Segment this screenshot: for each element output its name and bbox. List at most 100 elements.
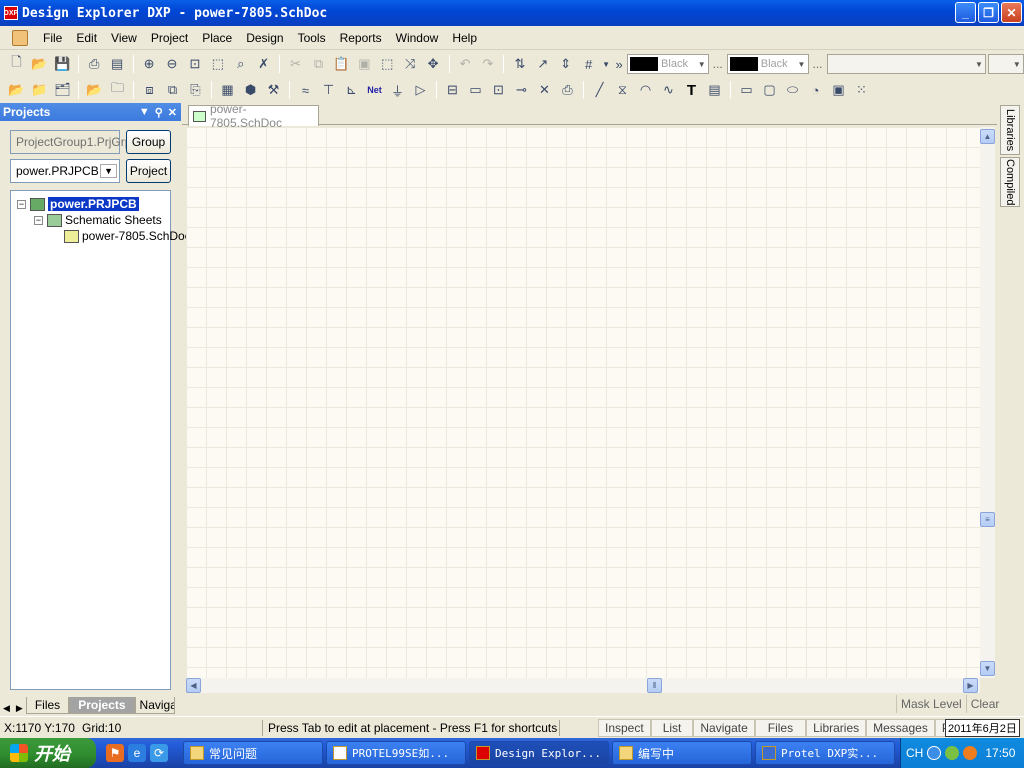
filter-combo[interactable]: ▼ <box>826 54 986 74</box>
panel-close-icon[interactable]: ✕ <box>168 106 177 119</box>
line-icon[interactable]: ╱ <box>589 80 610 101</box>
navigate-tab[interactable]: Navigate <box>693 719 755 737</box>
menu-view[interactable]: View <box>104 31 144 45</box>
messages-tab[interactable]: Messages <box>866 719 935 737</box>
compile-icon[interactable]: ⧈ <box>139 80 160 101</box>
tray-arrow-icon[interactable] <box>927 746 942 760</box>
undo-icon[interactable]: ↶ <box>455 54 476 75</box>
menu-edit[interactable]: Edit <box>69 31 104 45</box>
maximize-button[interactable]: ❐ <box>978 2 999 23</box>
library-icon[interactable]: ▦ <box>217 80 238 101</box>
task-item-faq[interactable]: 常见问题 <box>183 741 323 765</box>
filter-scope-combo[interactable]: ▼ <box>987 54 1024 74</box>
scroll-up-icon[interactable]: ▲ <box>980 129 995 144</box>
export-icon[interactable]: ⎘ <box>185 80 206 101</box>
scroll-left-icon[interactable]: ◀ <box>186 678 201 693</box>
net-label-icon[interactable]: Net <box>364 80 385 101</box>
horizontal-scroll-thumb[interactable]: ⦀ <box>647 678 662 693</box>
new-document-icon[interactable]: 🗋 <box>6 54 27 75</box>
horizontal-scrollbar[interactable]: ◀ ⦀ ▶ <box>186 678 980 693</box>
pin-icon[interactable]: ⚲ <box>155 106 163 119</box>
menu-place[interactable]: Place <box>195 31 239 45</box>
vertical-scroll-thumb[interactable]: ≡ <box>980 512 995 527</box>
clear-filter-icon[interactable]: ✗ <box>253 54 274 75</box>
project-group-field[interactable]: ProjectGroup1.PrjGrp <box>10 130 131 154</box>
bezier-icon[interactable]: ∿ <box>658 80 679 101</box>
grid-dropdown-icon[interactable]: ▼ <box>601 54 611 75</box>
menu-reports[interactable]: Reports <box>333 31 389 45</box>
tab-scroll-left-icon[interactable]: ◀ <box>0 703 13 714</box>
polygon-icon[interactable]: ⧖ <box>612 80 633 101</box>
zoom-area-icon[interactable]: ⬚ <box>207 54 228 75</box>
collapse-icon[interactable]: − <box>34 215 43 225</box>
print-icon[interactable]: ⎙ <box>84 54 105 75</box>
save-icon[interactable]: 💾 <box>52 54 73 75</box>
task-item-protel-dxp[interactable]: Protel DXP实... <box>755 741 895 765</box>
select-area-icon[interactable]: ⬚ <box>377 54 398 75</box>
zoom-selected-icon[interactable]: ⌕ <box>230 54 251 75</box>
pcb-layout-icon[interactable]: ⎙ <box>557 80 578 101</box>
scroll-down-icon[interactable]: ▼ <box>980 661 995 676</box>
ellipse-icon[interactable]: ⬭ <box>782 80 803 101</box>
start-button[interactable]: 开始 <box>0 738 96 768</box>
vertical-scrollbar[interactable]: ▲ ≡ ▼ <box>980 127 995 678</box>
menu-design[interactable]: Design <box>239 31 290 45</box>
ground-port-icon[interactable]: ⏚ <box>387 80 408 101</box>
zoom-fit-icon[interactable]: ⊡ <box>184 54 205 75</box>
cut-icon[interactable]: ✂ <box>285 54 306 75</box>
zoom-out-icon[interactable]: ⊖ <box>162 54 183 75</box>
toolbar-more-button[interactable]: » <box>613 54 625 75</box>
tab-files[interactable]: Files <box>25 697 70 714</box>
tree-folder-node[interactable]: − Schematic Sheets <box>34 212 162 228</box>
copy-icon[interactable]: ⧉ <box>308 54 329 75</box>
list-tab[interactable]: List <box>650 719 694 737</box>
component-icon[interactable]: ⬢ <box>240 80 261 101</box>
menu-tools[interactable]: Tools <box>291 31 333 45</box>
menu-file[interactable]: File <box>36 31 69 45</box>
tab-navigator[interactable]: Navigator <box>134 697 175 714</box>
task-item-design-explorer[interactable]: Design Explor... <box>469 741 609 765</box>
menu-help[interactable]: Help <box>445 31 484 45</box>
browse-component-icon[interactable]: ⇕ <box>555 54 576 75</box>
project-button[interactable]: Project <box>126 159 171 183</box>
internet-explorer-icon[interactable]: e <box>128 744 146 762</box>
add-project-icon[interactable]: 🗂 <box>52 80 73 101</box>
cross-probe-icon[interactable]: ↗ <box>532 54 553 75</box>
sheet-entry-icon[interactable]: ⊡ <box>488 80 509 101</box>
inspect-tab[interactable]: Inspect <box>598 719 651 737</box>
print-preview-icon[interactable]: ▤ <box>107 54 128 75</box>
project-compile-icon[interactable]: 📂 <box>6 80 27 101</box>
task-item-protel99se[interactable]: PROTEL99SE如... <box>326 741 466 765</box>
deselect-icon[interactable]: ⤨ <box>400 54 421 75</box>
move-icon[interactable]: ✥ <box>423 54 444 75</box>
minimize-button[interactable]: _ <box>955 2 976 23</box>
tray-network-icon[interactable] <box>945 746 960 760</box>
place-wire-icon[interactable]: ≈ <box>295 80 316 101</box>
port-icon[interactable]: ⊸ <box>511 80 532 101</box>
app-menu-icon[interactable] <box>12 29 28 46</box>
language-indicator[interactable]: CH <box>906 746 923 760</box>
tools-icon[interactable]: ⚒ <box>263 80 284 101</box>
tree-project-node[interactable]: − power.PRJPCB <box>17 196 139 212</box>
rubber-stamp-icon[interactable]: ▣ <box>354 54 375 75</box>
arc-icon[interactable]: ◠ <box>635 80 656 101</box>
place-bus-icon[interactable]: ⊤ <box>318 80 339 101</box>
text-icon[interactable]: T <box>681 80 702 101</box>
quick-launch-app-icon[interactable]: ⚑ <box>106 744 124 762</box>
document-tab[interactable]: power-7805.SchDoc <box>188 102 319 130</box>
no-erc-icon[interactable]: ✕ <box>534 80 555 101</box>
array-icon[interactable]: ⁙ <box>851 80 872 101</box>
text-frame-icon[interactable]: ▤ <box>704 80 725 101</box>
panel-menu-icon[interactable]: ▼ <box>139 106 150 119</box>
bus-entry-icon[interactable]: ⊾ <box>341 80 362 101</box>
hierarchy-icon[interactable]: ⇅ <box>509 54 530 75</box>
power-port-icon[interactable]: ▷ <box>410 80 431 101</box>
tab-projects[interactable]: Projects <box>69 697 135 714</box>
group-button[interactable]: Group <box>126 130 171 154</box>
tree-document-node[interactable]: power-7805.SchDoc <box>64 228 191 244</box>
grid-icon[interactable]: # <box>578 54 599 75</box>
title-bar[interactable]: DXP Design Explorer DXP - power-7805.Sch… <box>0 0 1024 26</box>
zoom-in-icon[interactable]: ⊕ <box>139 54 160 75</box>
tab-compiled[interactable]: Compiled <box>1000 157 1020 207</box>
graphic-icon[interactable]: ▣ <box>828 80 849 101</box>
